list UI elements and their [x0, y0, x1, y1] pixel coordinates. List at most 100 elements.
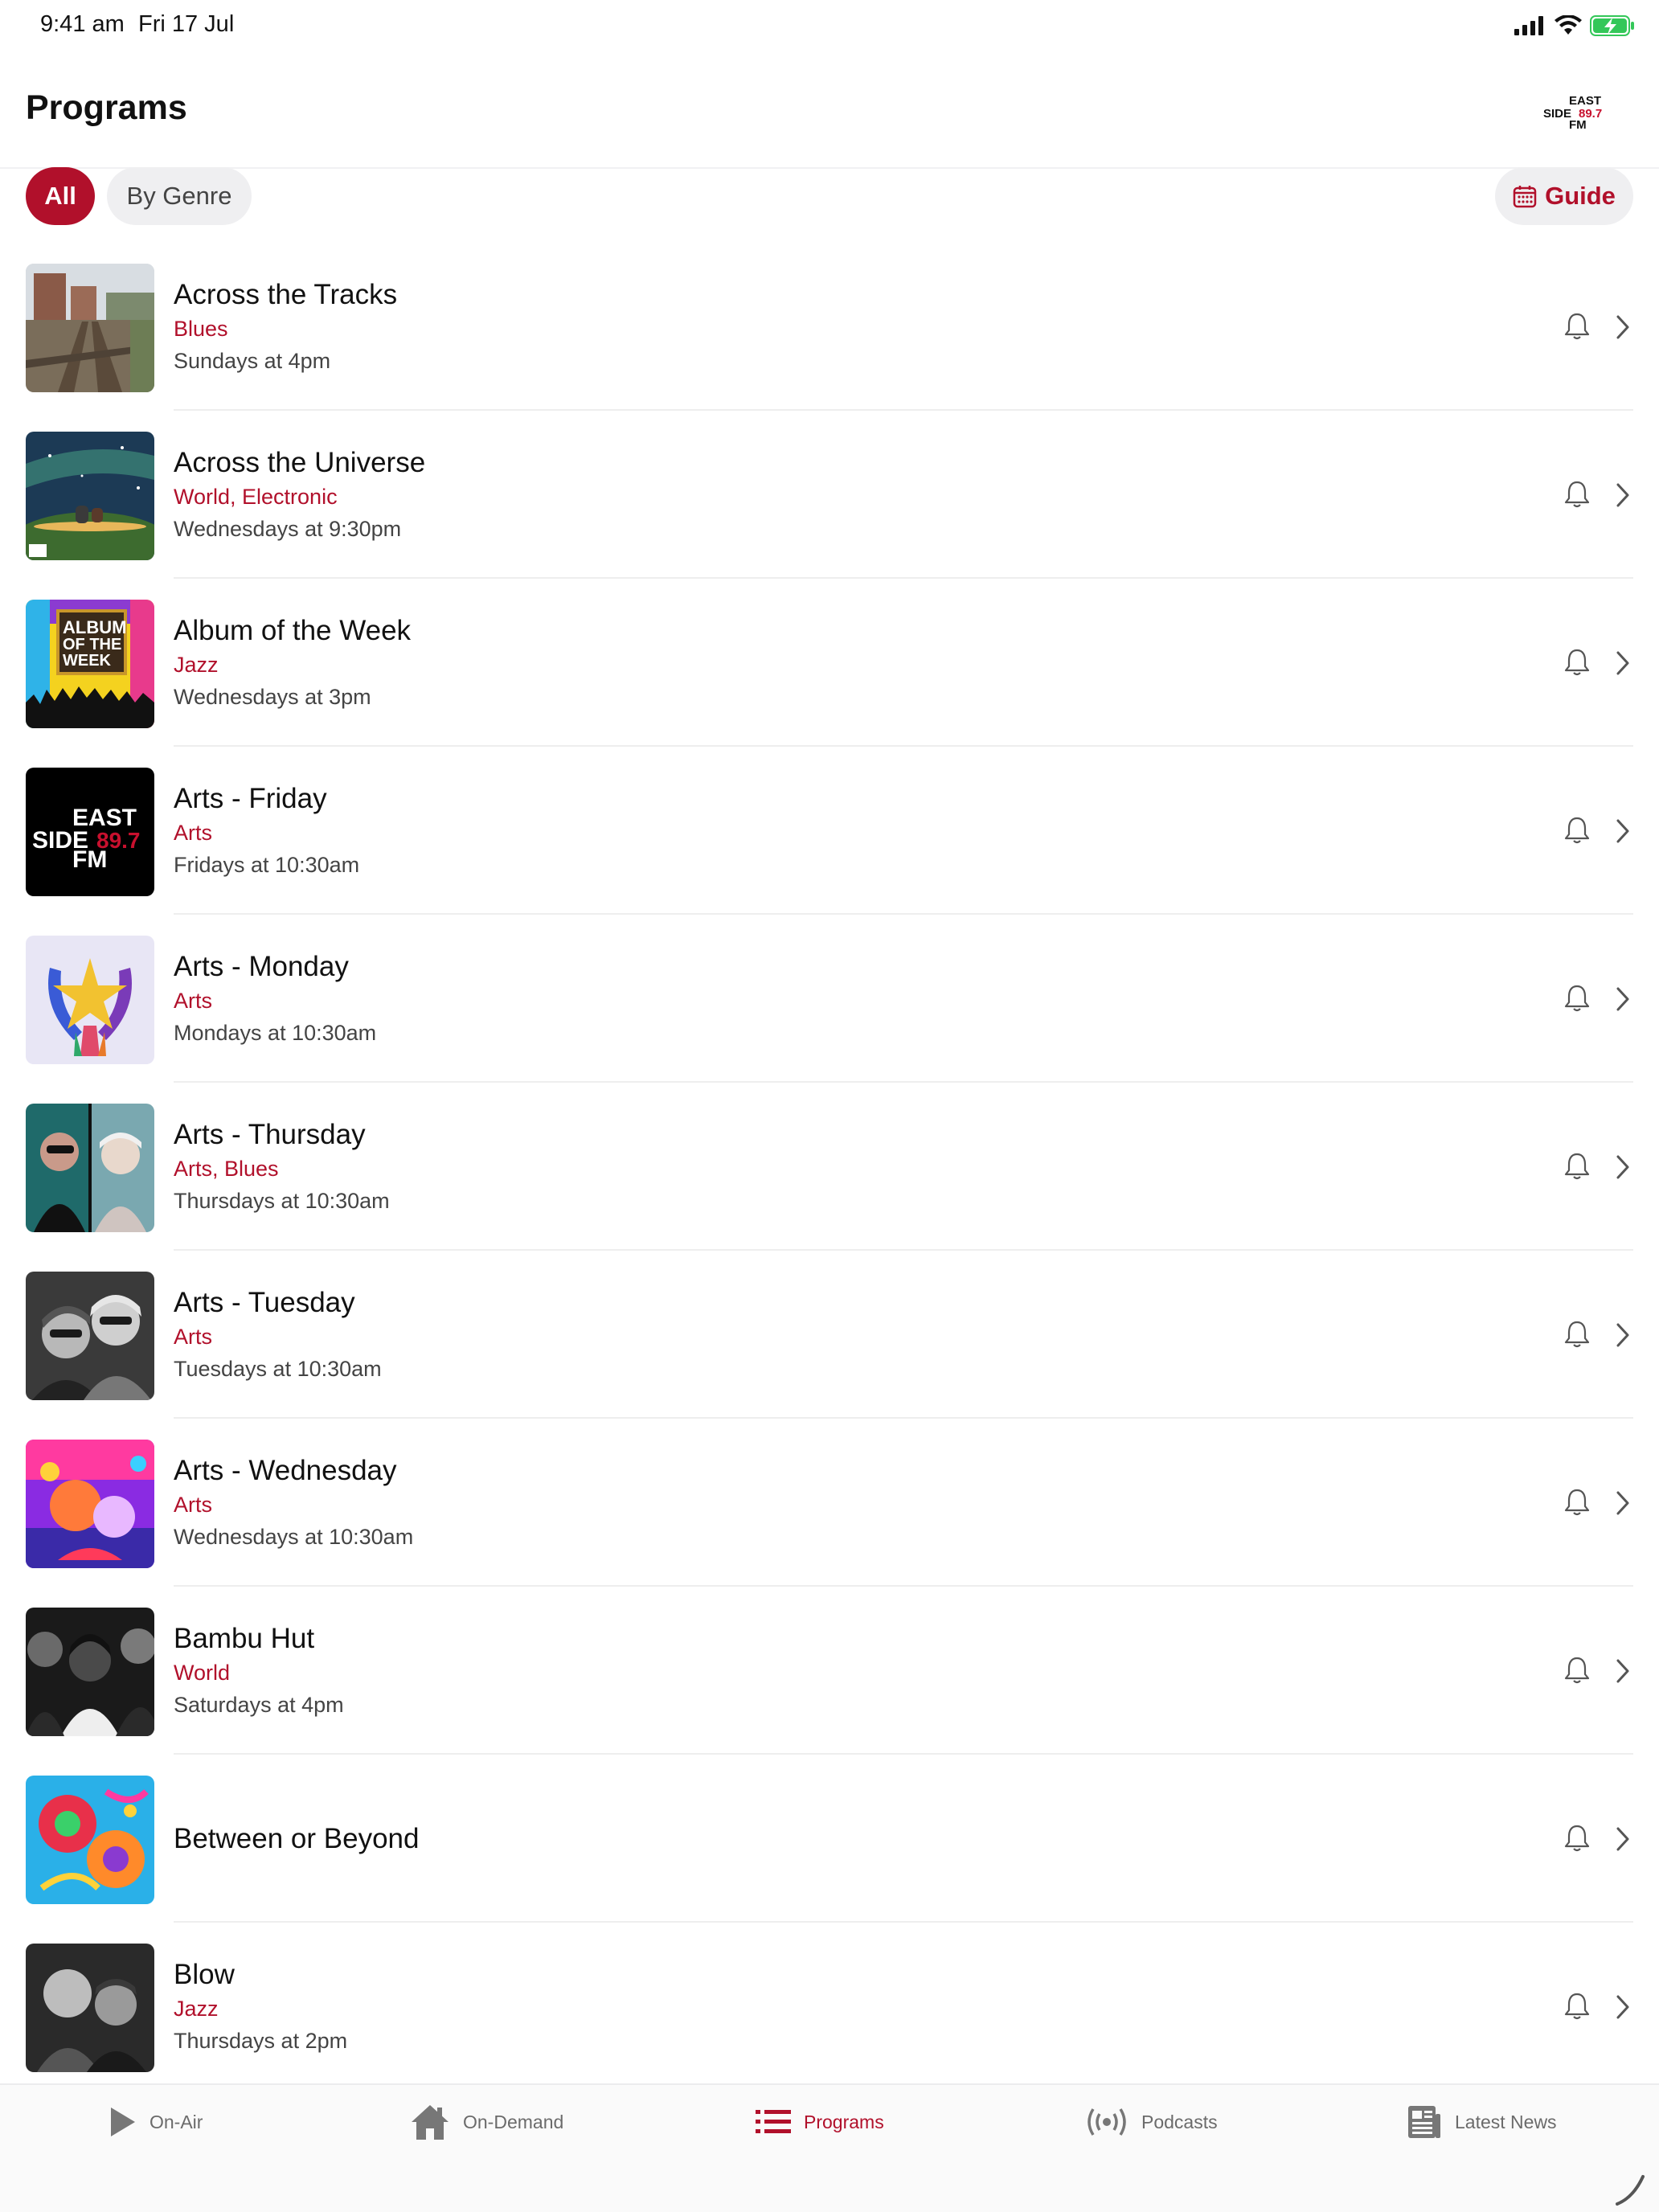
program-schedule: Tuesdays at 10:30am [174, 1356, 382, 1381]
chevron-right-icon[interactable] [1614, 481, 1632, 509]
program-info: Bambu Hut World Saturdays at 4pm [174, 1587, 1460, 1755]
guide-button[interactable]: Guide [1495, 167, 1633, 225]
bell-icon[interactable] [1561, 1654, 1593, 1686]
program-row[interactable]: ALBUM OF THE WEEK Album of the Week Jazz… [0, 579, 1659, 747]
program-schedule: Mondays at 10:30am [174, 1020, 377, 1045]
program-schedule: Sundays at 4pm [174, 348, 331, 373]
program-thumbnail [26, 1104, 154, 1232]
program-schedule: Thursdays at 10:30am [174, 1188, 390, 1213]
chevron-right-icon[interactable] [1614, 1153, 1632, 1181]
header: Programs EAST SIDE 89.7 FM [0, 51, 1659, 169]
tab-on-air[interactable]: On-Air [108, 2099, 203, 2144]
bell-icon[interactable] [1561, 1150, 1593, 1182]
svg-text:WEEK: WEEK [63, 652, 112, 670]
chevron-right-icon[interactable] [1614, 1993, 1632, 2021]
chevron-right-icon[interactable] [1614, 985, 1632, 1013]
chevron-right-icon[interactable] [1614, 1321, 1632, 1349]
bell-icon[interactable] [1561, 1990, 1593, 2022]
program-title: Between or Beyond [174, 1822, 420, 1854]
svg-text:ALBUM: ALBUM [63, 617, 126, 637]
program-row[interactable]: Arts - Thursday Arts, Blues Thursdays at… [0, 1083, 1659, 1251]
svg-text:FM: FM [72, 846, 107, 873]
program-row[interactable]: Arts - Monday Arts Mondays at 10:30am [0, 915, 1659, 1083]
filter-bar: All By Genre Guide [0, 167, 1659, 225]
chevron-right-icon[interactable] [1614, 649, 1632, 677]
program-info: Between or Beyond [174, 1755, 1460, 1923]
tab-podcasts[interactable]: Podcasts [1085, 2099, 1218, 2144]
program-title: Arts - Monday [174, 950, 349, 982]
program-thumbnail [26, 1608, 154, 1736]
program-row[interactable]: Blow Jazz Thursdays at 2pm [0, 1923, 1659, 2091]
program-thumbnail [26, 1440, 154, 1568]
logo-east: EAST [1569, 94, 1601, 108]
program-genre: Arts [174, 1324, 213, 1349]
chevron-right-icon[interactable] [1614, 1825, 1632, 1853]
program-genre: Jazz [174, 652, 219, 677]
bell-icon[interactable] [1561, 1318, 1593, 1350]
program-schedule: Wednesdays at 3pm [174, 684, 371, 709]
bell-icon[interactable] [1561, 982, 1593, 1014]
program-row[interactable]: Across the Tracks Blues Sundays at 4pm [0, 243, 1659, 411]
page-title: Programs [26, 88, 187, 127]
bell-icon[interactable] [1561, 478, 1593, 510]
broadcast-icon [1088, 2108, 1126, 2136]
program-title: Arts - Friday [174, 782, 327, 814]
tab-label: On-Demand [463, 2111, 564, 2132]
program-info: Across the Tracks Blues Sundays at 4pm [174, 243, 1460, 411]
program-row[interactable]: Between or Beyond [0, 1755, 1659, 1923]
status-icons [1514, 14, 1635, 37]
programs-screen: 9:41 am Fri 17 Jul Programs EAST SIDE 89… [0, 0, 1659, 2212]
bell-icon[interactable] [1561, 646, 1593, 678]
program-info: Across the Universe World, Electronic We… [174, 411, 1460, 579]
chevron-right-icon[interactable] [1614, 817, 1632, 845]
tab-programs[interactable]: Programs [756, 2099, 884, 2144]
chevron-right-icon[interactable] [1614, 1489, 1632, 1517]
bell-icon[interactable] [1561, 814, 1593, 846]
program-row[interactable]: Arts - Wednesday Arts Wednesdays at 10:3… [0, 1419, 1659, 1587]
svg-text:OF THE: OF THE [63, 636, 121, 653]
program-thumbnail: EAST SIDE 89.7 FM [26, 768, 154, 896]
play-icon [111, 2108, 135, 2136]
guide-label: Guide [1545, 182, 1616, 210]
bell-icon[interactable] [1561, 310, 1593, 342]
bell-icon[interactable] [1561, 1486, 1593, 1518]
program-title: Arts - Tuesday [174, 1286, 355, 1318]
home-indicator[interactable] [1614, 2173, 1646, 2206]
bell-icon[interactable] [1561, 1822, 1593, 1854]
chevron-right-icon[interactable] [1614, 313, 1632, 341]
program-genre: Arts [174, 1492, 213, 1517]
program-genre: Arts [174, 820, 213, 845]
filter-all-button[interactable]: All [26, 167, 95, 225]
tab-latest-news[interactable]: Latest News [1407, 2099, 1557, 2144]
tab-on-demand[interactable]: On-Demand [410, 2099, 563, 2144]
chevron-right-icon[interactable] [1614, 1657, 1632, 1685]
program-row[interactable]: Across the Universe World, Electronic We… [0, 411, 1659, 579]
program-thumbnail [26, 264, 154, 392]
status-date: Fri 17 Jul [138, 11, 235, 37]
program-title: Bambu Hut [174, 1622, 315, 1654]
program-genre: World, Electronic [174, 484, 338, 509]
status-time: 9:41 am [40, 11, 125, 37]
program-thumbnail [26, 936, 154, 1064]
program-title: Album of the Week [174, 614, 412, 646]
battery-charging-icon [1590, 15, 1634, 36]
program-title: Blow [174, 1958, 235, 1990]
logo-fm: FM [1569, 118, 1587, 130]
tab-label: Latest News [1455, 2111, 1557, 2132]
program-schedule: Saturdays at 4pm [174, 1692, 344, 1717]
program-schedule: Fridays at 10:30am [174, 852, 360, 877]
program-info: Album of the Week Jazz Wednesdays at 3pm [174, 579, 1460, 747]
tab-label: Programs [804, 2111, 884, 2132]
filter-by-genre-button[interactable]: By Genre [107, 167, 252, 225]
program-info: Arts - Thursday Arts, Blues Thursdays at… [174, 1083, 1460, 1251]
program-genre: Arts [174, 988, 213, 1013]
calendar-icon [1513, 186, 1537, 208]
program-thumbnail [26, 1776, 154, 1904]
newspaper-icon [1408, 2106, 1440, 2138]
program-list: Across the Tracks Blues Sundays at 4pm A… [0, 243, 1659, 2091]
program-row[interactable]: Bambu Hut World Saturdays at 4pm [0, 1587, 1659, 1755]
program-row[interactable]: EAST SIDE 89.7 FM Arts - Friday Arts Fri… [0, 747, 1659, 915]
tab-label: On-Air [150, 2111, 203, 2132]
program-row[interactable]: Arts - Tuesday Arts Tuesdays at 10:30am [0, 1251, 1659, 1419]
program-genre: Blues [174, 316, 228, 341]
